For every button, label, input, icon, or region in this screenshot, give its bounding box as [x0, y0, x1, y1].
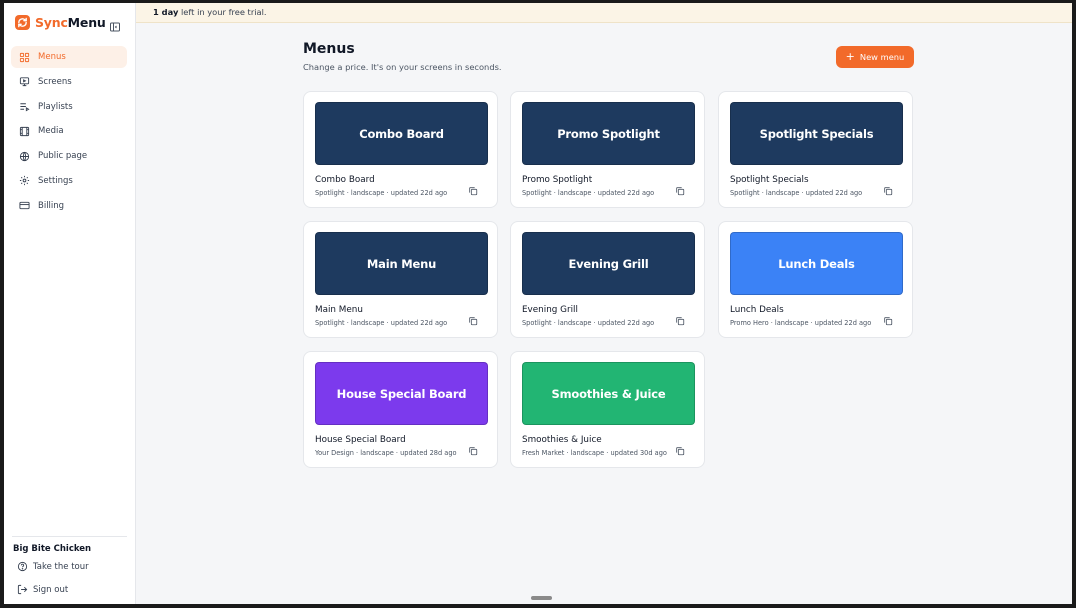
menu-name: Smoothies & Juice — [522, 435, 602, 445]
menu-card[interactable]: Lunch Deals Lunch Deals Promo Hero · lan… — [718, 221, 913, 338]
menu-name: Combo Board — [315, 175, 375, 185]
sidebar-item-settings[interactable]: Settings — [11, 170, 127, 192]
menu-card[interactable]: Combo Board Combo Board Spotlight · land… — [303, 91, 498, 208]
sidebar-item-label: Media — [38, 126, 64, 137]
scroll-handle[interactable] — [531, 596, 552, 600]
menu-thumbnail: House Special Board — [315, 362, 488, 425]
sidebar-item-label: Menus — [38, 52, 66, 62]
menu-thumbnail: Promo Spotlight — [522, 102, 695, 165]
sign-out-icon — [17, 584, 28, 595]
take-tour-label: Take the tour — [33, 561, 89, 572]
sidebar: SyncMenu Menus Screens Playlists Media P… — [4, 3, 136, 604]
menu-meta: Spotlight · landscape · updated 22d ago — [522, 319, 655, 327]
page-title: Menus — [303, 41, 355, 57]
org-name: Big Bite Chicken — [13, 544, 92, 554]
menu-name: Evening Grill — [522, 305, 578, 315]
menu-name: House Special Board — [315, 435, 406, 445]
globe-icon — [19, 151, 30, 162]
duplicate-icon[interactable] — [468, 181, 478, 196]
app-window: SyncMenu Menus Screens Playlists Media P… — [4, 3, 1072, 604]
duplicate-icon[interactable] — [883, 311, 893, 326]
menu-thumbnail: Spotlight Specials — [730, 102, 903, 165]
trial-days: 1 day — [153, 7, 179, 17]
menu-card[interactable]: Smoothies & Juice Smoothies & Juice Fres… — [510, 351, 705, 468]
sign-out-button[interactable]: Sign out — [17, 584, 68, 595]
menu-thumbnail: Evening Grill — [522, 232, 695, 295]
menu-thumbnail: Lunch Deals — [730, 232, 903, 295]
grid-icon — [19, 52, 30, 63]
menu-name: Main Menu — [315, 305, 363, 315]
sidebar-item-label: Public page — [38, 151, 88, 162]
menu-name: Lunch Deals — [730, 305, 784, 315]
duplicate-icon[interactable] — [675, 311, 685, 326]
brand-name-part1: Sync — [35, 15, 68, 30]
menu-card[interactable]: House Special Board House Special Board … — [303, 351, 498, 468]
menu-meta: Fresh Market · landscape · updated 30d a… — [522, 449, 667, 457]
page-subtitle: Change a price. It's on your screens in … — [303, 62, 502, 72]
brand-name: SyncMenu — [35, 15, 106, 30]
menu-meta: Spotlight · landscape · updated 22d ago — [315, 189, 448, 197]
trial-text: left in your free trial. — [178, 7, 267, 17]
playlist-icon — [19, 101, 30, 112]
sign-out-label: Sign out — [33, 584, 69, 595]
menu-card[interactable]: Spotlight Specials Spotlight Specials Sp… — [718, 91, 913, 208]
sidebar-item-media[interactable]: Media — [11, 120, 127, 142]
sidebar-item-label: Settings — [38, 175, 73, 186]
duplicate-icon[interactable] — [675, 181, 685, 196]
credit-card-icon — [19, 200, 30, 211]
new-menu-button[interactable]: + New menu — [836, 46, 914, 68]
plus-icon: + — [845, 50, 855, 63]
menu-thumbnail: Main Menu — [315, 232, 488, 295]
duplicate-icon[interactable] — [468, 441, 478, 456]
menu-card[interactable]: Evening Grill Evening Grill Spotlight · … — [510, 221, 705, 338]
menu-card[interactable]: Promo Spotlight Promo Spotlight Spotligh… — [510, 91, 705, 208]
film-icon — [19, 126, 30, 137]
sidebar-item-menus[interactable]: Menus — [11, 46, 127, 68]
sidebar-collapse-icon[interactable] — [109, 18, 121, 32]
menu-meta: Promo Hero · landscape · updated 22d ago — [730, 319, 872, 327]
brand-name-part2: Menu — [67, 15, 106, 30]
menu-thumbnail: Combo Board — [315, 102, 488, 165]
menu-meta: Your Design · landscape · updated 28d ag… — [315, 449, 457, 457]
sidebar-item-playlists[interactable]: Playlists — [11, 96, 127, 118]
gear-icon — [19, 175, 30, 186]
brand[interactable]: SyncMenu — [15, 15, 106, 30]
monitor-icon — [19, 76, 30, 87]
sidebar-item-screens[interactable]: Screens — [11, 71, 127, 93]
sidebar-item-public-page[interactable]: Public page — [11, 145, 127, 167]
sidebar-nav: Menus Screens Playlists Media Public pag… — [11, 46, 127, 220]
duplicate-icon[interactable] — [675, 441, 685, 456]
take-tour-button[interactable]: Take the tour — [17, 561, 89, 572]
menu-meta: Spotlight · landscape · updated 22d ago — [522, 189, 655, 197]
sidebar-item-label: Playlists — [38, 101, 73, 112]
menu-card[interactable]: Main Menu Main Menu Spotlight · landscap… — [303, 221, 498, 338]
logo-icon — [15, 15, 30, 30]
trial-banner: 1 day left in your free trial. — [136, 3, 1072, 23]
sidebar-divider — [12, 536, 127, 537]
help-circle-icon — [17, 561, 28, 572]
sidebar-item-label: Screens — [38, 76, 72, 87]
menu-thumbnail: Smoothies & Juice — [522, 362, 695, 425]
new-menu-label: New menu — [859, 52, 905, 62]
duplicate-icon[interactable] — [468, 311, 478, 326]
menu-meta: Spotlight · landscape · updated 22d ago — [315, 319, 448, 327]
duplicate-icon[interactable] — [883, 181, 893, 196]
menu-meta: Spotlight · landscape · updated 22d ago — [730, 189, 863, 197]
menu-name: Spotlight Specials — [730, 175, 809, 185]
sidebar-item-billing[interactable]: Billing — [11, 195, 127, 217]
menu-name: Promo Spotlight — [522, 175, 593, 185]
sidebar-item-label: Billing — [38, 200, 65, 211]
